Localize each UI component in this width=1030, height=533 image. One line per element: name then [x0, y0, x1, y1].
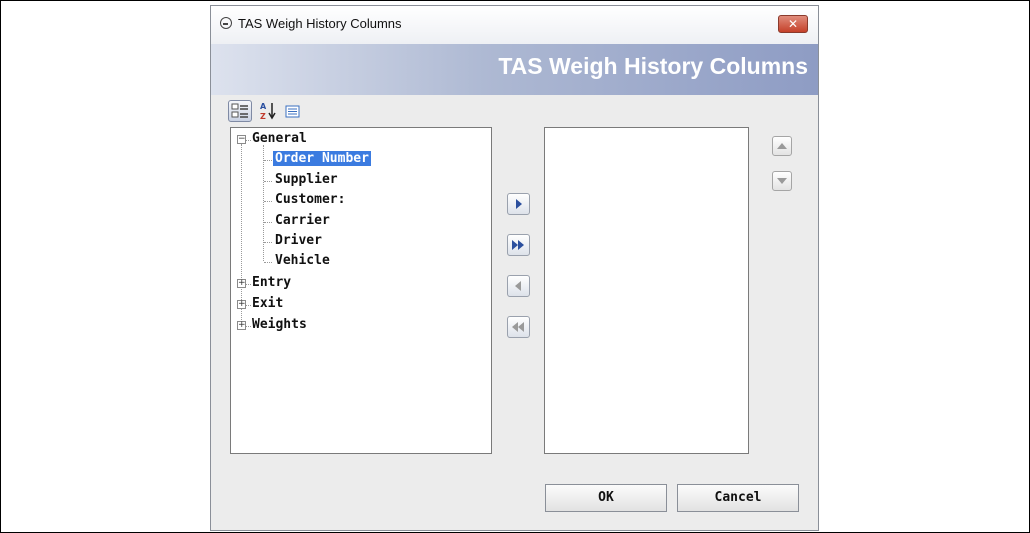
- double-arrow-right-icon: [512, 240, 524, 250]
- collapse-general-icon[interactable]: −: [237, 135, 246, 144]
- header-title: TAS Weigh History Columns: [498, 53, 808, 79]
- triangle-down-icon: [777, 178, 787, 184]
- window-title: TAS Weigh History Columns: [238, 16, 402, 31]
- ok-button[interactable]: OK: [545, 484, 667, 512]
- add-selected-column-button[interactable]: [507, 193, 530, 215]
- move-up-button[interactable]: [772, 136, 792, 156]
- available-columns-tree[interactable]: − General Order Number Supplier Customer…: [230, 127, 492, 454]
- app-icon: [220, 17, 232, 29]
- double-arrow-left-icon: [512, 322, 524, 332]
- selected-columns-list[interactable]: [544, 127, 749, 454]
- svg-text:A: A: [260, 102, 267, 111]
- sort-alphabetical-button[interactable]: A Z: [258, 100, 278, 122]
- tree-item-order-number[interactable]: Order Number: [273, 151, 371, 166]
- expand-weights-icon[interactable]: +: [237, 321, 246, 330]
- tree-group-exit[interactable]: Exit: [252, 296, 283, 311]
- cancel-button[interactable]: Cancel: [677, 484, 799, 512]
- tas-weigh-history-columns-dialog: TAS Weigh History Columns ✕ TAS Weigh Hi…: [210, 5, 819, 531]
- sort-az-icon: A Z: [260, 102, 276, 121]
- list-view-button[interactable]: [283, 100, 303, 122]
- expand-entry-icon[interactable]: +: [237, 279, 246, 288]
- svg-text:Z: Z: [260, 112, 266, 121]
- tree-item-vehicle[interactable]: Vehicle: [275, 253, 330, 268]
- tree-item-customer[interactable]: Customer:: [275, 192, 345, 207]
- title-bar[interactable]: TAS Weigh History Columns ✕: [211, 6, 818, 44]
- tree-item-supplier[interactable]: Supplier: [275, 172, 338, 187]
- arrow-right-icon: [516, 199, 522, 209]
- tree-item-driver[interactable]: Driver: [275, 233, 322, 248]
- categorized-view-button[interactable]: [228, 100, 252, 122]
- expand-exit-icon[interactable]: +: [237, 300, 246, 309]
- header-banner: TAS Weigh History Columns: [211, 44, 818, 95]
- tree-item-carrier[interactable]: Carrier: [275, 213, 330, 228]
- list-view-icon: [285, 105, 300, 118]
- close-button[interactable]: ✕: [778, 15, 808, 33]
- close-icon: ✕: [787, 17, 799, 31]
- categorized-view-icon: [231, 103, 248, 118]
- remove-all-columns-button[interactable]: [507, 316, 530, 338]
- tree-group-weights[interactable]: Weights: [252, 317, 307, 332]
- triangle-up-icon: [777, 143, 787, 149]
- remove-selected-column-button[interactable]: [507, 275, 530, 297]
- move-down-button[interactable]: [772, 171, 792, 191]
- tree-group-entry[interactable]: Entry: [252, 275, 291, 290]
- arrow-left-icon: [515, 281, 521, 291]
- add-all-columns-button[interactable]: [507, 234, 530, 256]
- tree-group-general[interactable]: General: [252, 131, 307, 146]
